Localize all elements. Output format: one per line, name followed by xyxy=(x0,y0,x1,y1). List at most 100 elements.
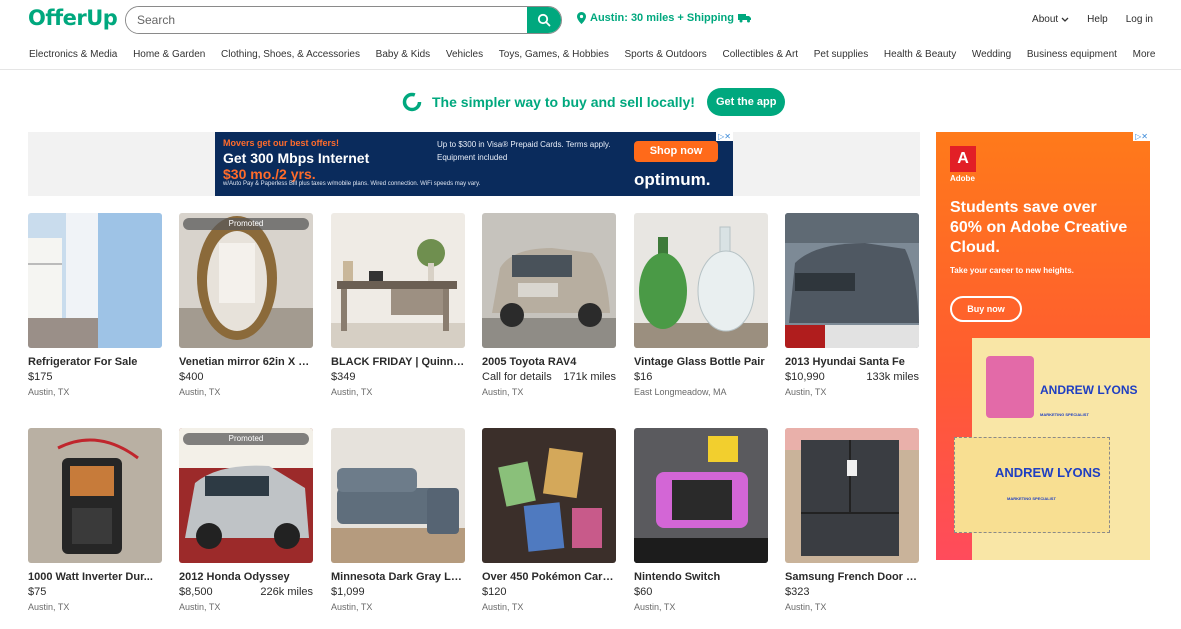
category-home-garden[interactable]: Home & Garden xyxy=(133,49,205,60)
shop-now-button[interactable]: Shop now xyxy=(634,141,718,162)
category-business[interactable]: Business equipment xyxy=(1027,49,1117,60)
about-label: About xyxy=(1032,14,1059,25)
adobe-side-ad[interactable]: A Adobe Students save over 60% on Adobe … xyxy=(936,132,1150,560)
portrait-image xyxy=(986,356,1034,418)
ad-headline: Students save over 60% on Adobe Creative… xyxy=(950,199,1128,256)
category-pet-supplies[interactable]: Pet supplies xyxy=(814,49,868,60)
promo-text: The simpler way to buy and sell locally! xyxy=(432,94,695,110)
listing-image[interactable] xyxy=(28,428,162,563)
listing-card[interactable]: Refrigerator For Sale $175 Austin, TX xyxy=(28,213,162,397)
listing-card[interactable]: BLACK FRIDAY | Quinn ... $349 Austin, TX xyxy=(331,213,465,397)
listing-price-row: $75 xyxy=(28,586,162,598)
listing-image[interactable] xyxy=(482,428,616,563)
listing-price: $75 xyxy=(28,586,47,598)
optimum-logo: optimum. xyxy=(634,170,711,189)
listing-price-row: $120 xyxy=(482,586,616,598)
listing-image[interactable] xyxy=(28,213,162,348)
listing-card[interactable]: Minnesota Dark Gray LA... $1,099 Austin,… xyxy=(331,428,465,612)
listing-image[interactable] xyxy=(482,213,616,348)
listing-price: $120 xyxy=(482,586,507,598)
listing-price-row: Call for details 171k miles xyxy=(482,371,616,383)
resume-name: ANDREW LYONS xyxy=(995,465,1101,480)
adobe-logo-icon: A xyxy=(950,146,976,172)
listing-location: Austin, TX xyxy=(331,602,373,612)
listing-image[interactable] xyxy=(634,213,768,348)
category-electronics[interactable]: Electronics & Media xyxy=(29,49,117,60)
offerup-ring-icon xyxy=(402,92,422,112)
help-link[interactable]: Help xyxy=(1087,14,1108,25)
category-baby-kids[interactable]: Baby & Kids xyxy=(376,49,430,60)
listing-title: Vintage Glass Bottle Pair xyxy=(634,356,765,368)
listing-location: Austin, TX xyxy=(785,602,827,612)
listing-location: East Longmeadow, MA xyxy=(634,387,727,397)
optimum-ad-banner[interactable]: Movers get our best offers! Get 300 Mbps… xyxy=(215,132,733,196)
category-wedding[interactable]: Wedding xyxy=(972,49,1011,60)
listing-location: Austin, TX xyxy=(179,387,221,397)
login-link[interactable]: Log in xyxy=(1126,14,1153,25)
listing-location: Austin, TX xyxy=(634,602,676,612)
category-collectibles[interactable]: Collectibles & Art xyxy=(722,49,798,60)
category-toys-games[interactable]: Toys, Games, & Hobbies xyxy=(499,49,609,60)
listing-mileage: 226k miles xyxy=(260,586,313,598)
listing-image[interactable] xyxy=(331,428,465,563)
location-text: Austin: 30 miles + Shipping xyxy=(590,12,734,24)
listing-price-row: $8,500 226k miles xyxy=(179,586,313,598)
listing-card[interactable]: Promoted Venetian mirror 62in X 3... $40… xyxy=(179,213,313,397)
listing-title: Minnesota Dark Gray LA... xyxy=(331,571,465,583)
listing-card[interactable]: Over 450 Pokémon Card... $120 Austin, TX xyxy=(482,428,616,612)
listing-mileage: 171k miles xyxy=(563,371,616,383)
listing-title: BLACK FRIDAY | Quinn ... xyxy=(331,356,465,368)
listing-card[interactable]: 1000 Watt Inverter Dur... $75 Austin, TX xyxy=(28,428,162,612)
search-bar xyxy=(125,6,562,34)
listing-image[interactable] xyxy=(331,213,465,348)
header-nav: About Help Log in xyxy=(1032,14,1153,25)
listing-card[interactable]: 2005 Toyota RAV4 Call for details 171k mi… xyxy=(482,213,616,397)
listing-price-row: $10,990 133k miles xyxy=(785,371,919,383)
location-selector[interactable]: Austin: 30 miles + Shipping xyxy=(577,12,752,24)
promoted-badge: Promoted xyxy=(183,433,309,445)
search-button[interactable] xyxy=(527,7,561,33)
category-health-beauty[interactable]: Health & Beauty xyxy=(884,49,956,60)
buy-now-button[interactable]: Buy now xyxy=(950,296,1022,322)
category-clothing[interactable]: Clothing, Shoes, & Accessories xyxy=(221,49,360,60)
listing-price: $1,099 xyxy=(331,586,365,598)
ad-choices-icon[interactable]: ▷✕ xyxy=(1133,132,1150,141)
offerup-logo[interactable]: OfferUp xyxy=(28,6,118,30)
category-vehicles[interactable]: Vehicles xyxy=(446,49,483,60)
listing-card[interactable]: Vintage Glass Bottle Pair $16 East Longm… xyxy=(634,213,768,397)
listing-image[interactable] xyxy=(785,428,919,563)
listing-image[interactable]: Promoted xyxy=(179,428,313,563)
listing-location: Austin, TX xyxy=(482,387,524,397)
listing-price-row: $60 xyxy=(634,586,768,598)
listing-image[interactable]: Promoted xyxy=(179,213,313,348)
listing-card[interactable]: 2013 Hyundai Santa Fe $10,990 133k miles … xyxy=(785,213,919,397)
search-input[interactable] xyxy=(126,7,528,33)
listing-price-row: $1,099 xyxy=(331,586,465,598)
search-icon xyxy=(537,13,551,27)
listing-image[interactable] xyxy=(634,428,768,563)
promoted-badge: Promoted xyxy=(183,218,309,230)
category-sports[interactable]: Sports & Outdoors xyxy=(625,49,707,60)
listing-card[interactable]: Samsung French Door R... $323 Austin, TX xyxy=(785,428,919,612)
category-nav: Electronics & Media Home & Garden Clothi… xyxy=(29,49,1171,60)
location-pin-icon xyxy=(577,12,586,24)
listing-price: $16 xyxy=(634,371,653,383)
ad-choices-icon[interactable]: ▷✕ xyxy=(716,132,733,141)
about-menu[interactable]: About xyxy=(1032,14,1069,25)
listing-title: 1000 Watt Inverter Dur... xyxy=(28,571,153,583)
get-app-button[interactable]: Get the app xyxy=(706,88,786,116)
listing-mileage: 133k miles xyxy=(866,371,919,383)
listing-price: $10,990 xyxy=(785,371,825,383)
listing-location: Austin, TX xyxy=(331,387,373,397)
listing-price-row: $400 xyxy=(179,371,313,383)
category-more[interactable]: More xyxy=(1133,49,1156,60)
ad-subheadline: Take your career to new heights. xyxy=(950,266,1074,275)
ad-bullet: Up to $300 in Visa® Prepaid Cards. Terms… xyxy=(437,140,611,149)
ad-fine-print: w/Auto Pay & Paperless Bill plus taxes w… xyxy=(223,181,481,187)
listing-price: $400 xyxy=(179,371,204,383)
listing-image[interactable] xyxy=(785,213,919,348)
listing-card[interactable]: Promoted 2012 Honda Odyssey $8,500 226k m… xyxy=(179,428,313,612)
listing-card[interactable]: Nintendo Switch $60 Austin, TX xyxy=(634,428,768,612)
listing-title: Refrigerator For Sale xyxy=(28,356,138,368)
listing-location: Austin, TX xyxy=(179,602,221,612)
